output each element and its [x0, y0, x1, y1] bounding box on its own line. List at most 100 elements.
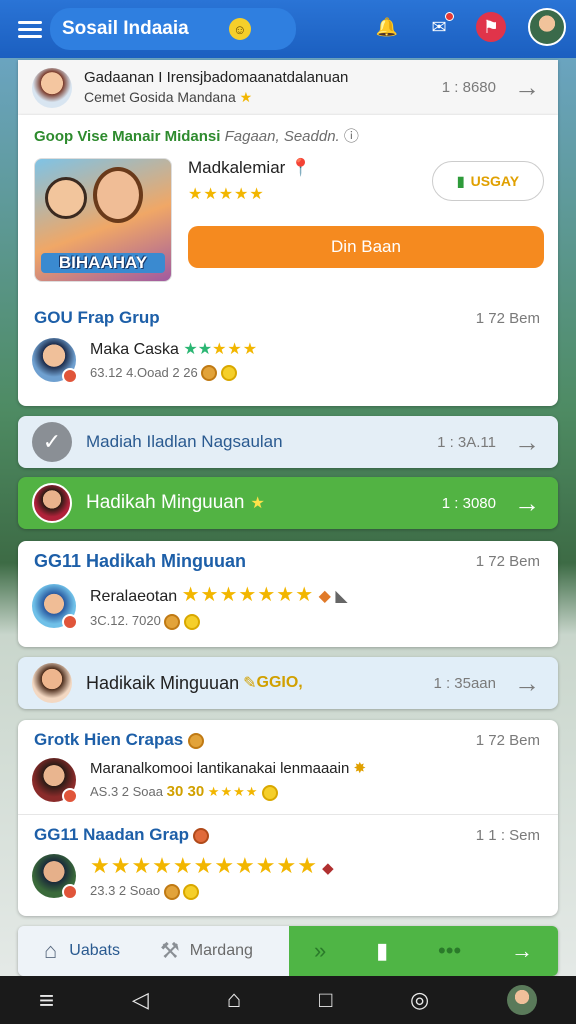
home-icon[interactable]: ⌂ [227, 986, 242, 1014]
messages-icon[interactable]: ✉ [424, 12, 454, 42]
activity-time: 1 : 8680 [441, 79, 496, 96]
forward-double-icon[interactable]: » [314, 938, 326, 964]
promo-header-muted: Fagaan, Seaddn. [224, 128, 340, 145]
pin-icon: 📍 [290, 158, 312, 177]
promo-header: Goop Vise Manair Midansi [34, 128, 221, 145]
row-badge: GGIO, [256, 674, 303, 691]
cartoon-character-right [93, 167, 143, 223]
tab-tools[interactable]: ⚒ Mardang [160, 938, 253, 964]
bird-icon: ◣ [335, 588, 348, 605]
row-time: 1 : 35aan [433, 674, 496, 692]
promo-name: Madkalemiar [188, 158, 286, 177]
arrow-right-icon[interactable]: → [514, 427, 540, 458]
chart-icon: ▮ [456, 172, 465, 189]
profile-avatar[interactable] [528, 8, 566, 46]
info-icon[interactable]: ⓘ [344, 128, 359, 145]
arrow-right-icon[interactable]: → [514, 72, 540, 103]
green-star-icon: ★★ [183, 340, 213, 358]
gold-coin-icon [183, 883, 200, 900]
arrow-right-icon[interactable]: → [514, 488, 540, 519]
avatar [32, 483, 72, 523]
coin-icon [163, 883, 180, 900]
row-title: Hadikaik Minguuan [86, 672, 240, 693]
arrow-right-icon[interactable]: → [514, 668, 540, 699]
member-meta: 23.3 2 Soao [90, 883, 161, 898]
home-icon: ⌂ [44, 938, 58, 963]
badge-icon: ◆ [322, 860, 334, 877]
app-title-pill[interactable]: Sosail Indaaia ☺ [50, 8, 296, 50]
star-icon: ★ [250, 495, 265, 512]
avatar [32, 67, 72, 108]
cartoon-character-left [45, 177, 87, 219]
more-icon[interactable]: ••• [438, 938, 461, 964]
tab-tools-label: Mardang [189, 942, 253, 959]
avatar [32, 663, 72, 703]
coin-icon [193, 827, 210, 844]
gold-stars-icon: ★★★ [212, 340, 259, 358]
gold-coin-icon [262, 784, 279, 801]
profile-avatar[interactable] [507, 985, 538, 1015]
location-icon[interactable]: ◎ [410, 987, 429, 1013]
gold-stars-icon: ★★★★★★★ [181, 584, 315, 606]
member-avatar [32, 583, 78, 630]
group-title: GG11 Hadikah Minguuan [34, 551, 247, 571]
usgay-label: USGAY [470, 173, 520, 189]
group-time: 1 72 Bem [475, 731, 540, 749]
arrow-right-icon[interactable]: → [511, 938, 533, 964]
bottom-tab-bar: ⌂ Uabats ⚒ Mardang » ▮ ••• → [18, 926, 558, 976]
member-avatar [32, 338, 78, 384]
member-avatar [32, 854, 78, 901]
group-time: 1 72 Bem [475, 553, 540, 570]
app-title: Sosail Indaaia [62, 18, 189, 39]
promo-image: BIHAAHAY [34, 158, 172, 282]
list-row[interactable]: Hadikaik Minguuan ✎ GGIO, 1 : 35aan → [18, 657, 558, 709]
member-avatar [32, 758, 78, 804]
flag-icon[interactable]: ⚑ [476, 12, 506, 42]
member-name: Maka Caska [90, 340, 179, 358]
member-meta: 3C.12. 7020 [90, 613, 161, 628]
gold-stars-icon: ★★★★ [207, 784, 259, 800]
usgay-button[interactable]: ▮ USGAY [432, 161, 544, 201]
card-icon[interactable]: ▮ [376, 938, 388, 964]
group-card: GG11 Hadikah Minguuan 1 72 Bem Reralaeot… [18, 541, 558, 647]
group-time: 1 72 Bem [475, 309, 540, 327]
activity-title: Gadaanan I Irensjbadomaanatdalanuan [84, 69, 349, 86]
back-icon[interactable]: ◁ [132, 987, 149, 1013]
smiley-icon: ☺ [228, 18, 251, 40]
tab-home[interactable]: ⌂ Uabats [44, 938, 120, 964]
menu-icon[interactable] [18, 17, 42, 42]
group-title: GOU Frap Grup [34, 308, 160, 327]
activity-subtitle: Cemet Gosida Mandana [84, 89, 236, 105]
checkmark-icon: ✓ [32, 422, 72, 462]
menu-icon[interactable]: ≡ [39, 985, 54, 1016]
member-meta: AS.3 2 Soaa [90, 784, 163, 800]
member-name: Reralaeotan [90, 588, 178, 605]
wrench-icon: ⚒ [160, 938, 180, 963]
list-row-highlighted[interactable]: Hadikah Minguuan ★ 1 : 3080 → [18, 477, 558, 529]
row-title: Madiah Iladlan Nagsaulan [86, 432, 283, 451]
member-name: Maranalkomooi lantikanakai lenmaaain [90, 760, 350, 778]
promo-image-text: BIHAAHAY [41, 253, 165, 273]
tab-home-label: Uabats [69, 942, 120, 959]
primary-action-button[interactable]: Din Baan [188, 226, 544, 268]
promo-rating: ★★★★★ [188, 186, 265, 203]
points-value: 30 30 [166, 783, 205, 801]
coin-icon [187, 732, 204, 749]
primary-action-label: Din Baan [331, 237, 401, 256]
recents-icon[interactable]: □ [319, 987, 332, 1013]
gold-stars-icon: ★★★★★★★★★★★ [90, 853, 318, 878]
coin-icon [201, 365, 218, 382]
row-time: 1 : 3A.11 [437, 433, 496, 451]
top-app-bar: Sosail Indaaia ☺ 🔔 ✉ ⚑ [0, 0, 576, 58]
promo-card: Goop Vise Manair Midansi Fagaan, Seaddn.… [18, 115, 558, 406]
notifications-icon[interactable]: 🔔 [372, 12, 402, 42]
gold-coin-icon [220, 365, 237, 382]
badge-icon: ◆ [318, 588, 331, 605]
list-row[interactable]: ✓ Madiah Iladlan Nagsaulan 1 : 3A.11 → [18, 416, 558, 468]
star-icon: ★ [239, 89, 254, 105]
group-list-card: Grotk Hien Crapas 1 72 Bem Maranalkomooi… [18, 720, 558, 916]
group-title: Grotk Hien Crapas [34, 730, 184, 749]
badge-pencil-icon: ✎ [243, 675, 257, 692]
activity-card[interactable]: Gadaanan I Irensjbadomaanatdalanuan Ceme… [18, 60, 558, 115]
coin-icon [164, 613, 181, 630]
